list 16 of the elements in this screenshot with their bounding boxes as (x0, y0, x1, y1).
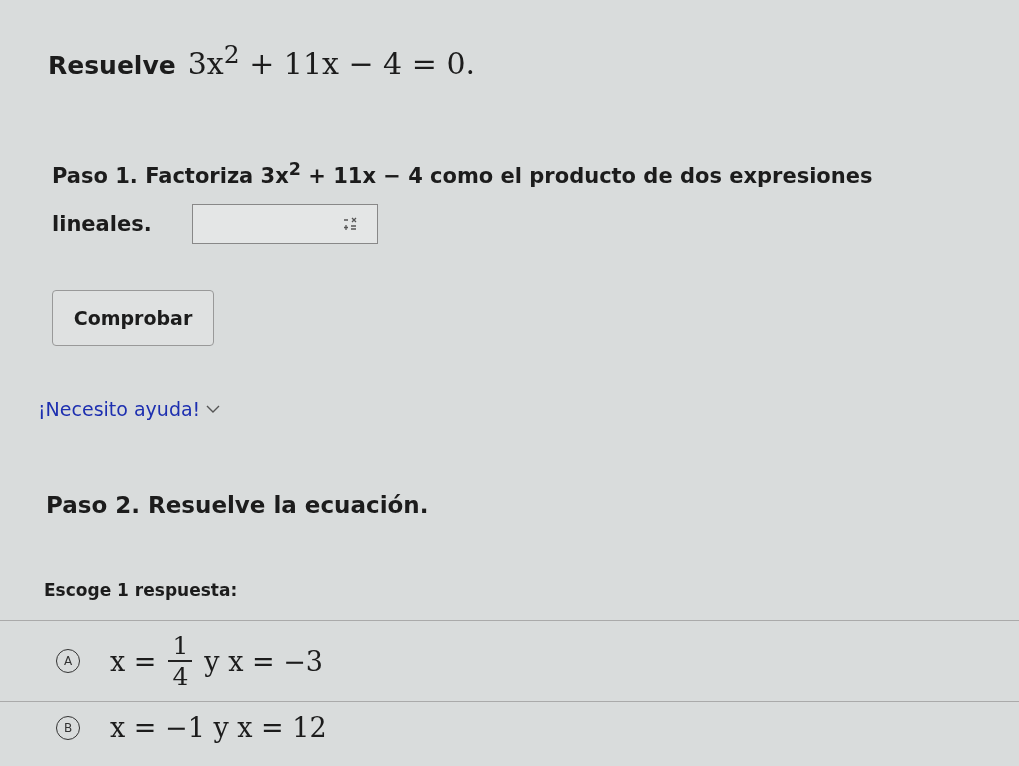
math-text: y x = −3 (204, 645, 323, 677)
fraction: 1 4 (168, 631, 193, 691)
choice-prompt: Escoge 1 respuesta: (44, 580, 239, 600)
answer-field[interactable] (191, 204, 378, 244)
step-instruction: Paso 1. Factoriza 3x$^{2}$ + 11x − 4 como el producto de dos expresiones (52, 164, 873, 188)
chevron-icon (206, 404, 221, 414)
check-button[interactable]: Comprobar (52, 290, 214, 346)
step-instruction: lineales. (52, 211, 152, 238)
math-text: x = −1 y x = 12 (110, 712, 327, 743)
answer-option[interactable]: B x = −1 y x = 12 (0, 701, 1019, 753)
equation: 3x$^{2}$ + 11x − 4 = 0. (187, 40, 476, 81)
math-text: x = (110, 645, 157, 677)
help-link[interactable]: ¡Necesito ayuda! (38, 398, 221, 420)
step-heading: Paso 2. Resuelve la ecuación. (46, 492, 430, 518)
keypad-icon[interactable] (342, 217, 357, 231)
title-label: Resuelve (48, 51, 176, 80)
